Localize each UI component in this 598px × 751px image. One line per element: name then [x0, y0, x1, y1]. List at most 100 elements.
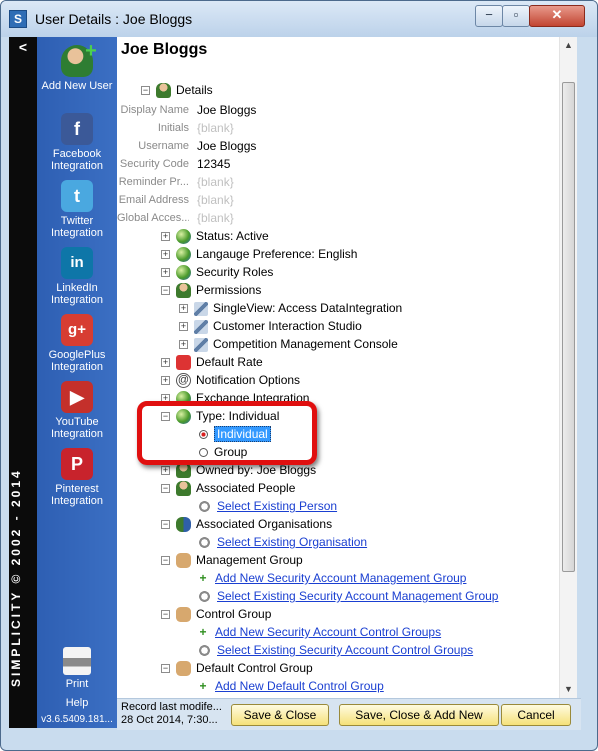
select-existing-person-link[interactable]: Select Existing Person: [197, 497, 337, 515]
tree-node-management-group[interactable]: − Management Group: [161, 551, 303, 569]
field-value[interactable]: {blank}: [197, 209, 234, 227]
link-label[interactable]: Select Existing Security Account Managem…: [217, 589, 498, 603]
minimize-button[interactable]: −: [475, 5, 503, 27]
vertical-scrollbar[interactable]: ▲ ▼: [559, 37, 577, 698]
field-display-name: Display Name Joe Bloggs: [117, 101, 417, 119]
tree-node-label: Default Rate: [196, 355, 263, 369]
sidebar-item-add-new-user[interactable]: + Add New User: [37, 40, 117, 92]
sidebar-item-facebook[interactable]: f Facebook Integration: [37, 113, 117, 172]
sidebar-item-youtube[interactable]: ▶ YouTube Integration: [37, 381, 117, 440]
tree-node-permissions[interactable]: − Permissions: [161, 281, 261, 299]
expand-icon[interactable]: +: [161, 232, 170, 242]
close-button[interactable]: ✕: [529, 5, 585, 27]
tree-node-status[interactable]: + Status: Active: [161, 227, 269, 245]
collapse-icon[interactable]: −: [161, 610, 170, 620]
link-label[interactable]: Add New Security Account Management Grou…: [215, 571, 466, 585]
tree-node-notification-options[interactable]: + @ Notification Options: [161, 371, 300, 389]
link-icon: [197, 643, 212, 659]
select-control-groups-link[interactable]: Select Existing Security Account Control…: [197, 641, 473, 659]
tree-node-details[interactable]: − Details: [141, 81, 213, 99]
field-label: Reminder Pr...: [118, 176, 189, 188]
tree-node-associated-organisations[interactable]: − Associated Organisations: [161, 515, 332, 533]
record-line-1: Record last modife...: [121, 701, 221, 713]
field-value[interactable]: {blank}: [197, 173, 234, 191]
pencil-icon: [194, 301, 208, 316]
expand-icon[interactable]: +: [161, 358, 170, 368]
collapse-icon[interactable]: −: [161, 286, 170, 296]
field-label: Global Acces...: [117, 212, 189, 224]
expand-icon[interactable]: +: [179, 340, 188, 350]
field-label: Username: [138, 140, 189, 152]
highlight-annotation: [137, 401, 317, 465]
tree-node-permission-cmc[interactable]: + Competition Management Console: [179, 335, 398, 353]
add-mgmt-group-link[interactable]: + Add New Security Account Management Gro…: [197, 569, 466, 587]
tree-node-label: Management Group: [196, 553, 303, 567]
save-close-button[interactable]: Save & Close: [231, 704, 329, 726]
collapse-icon[interactable]: −: [141, 86, 150, 96]
tree-node-associated-people[interactable]: − Associated People: [161, 479, 295, 497]
link-label[interactable]: Add New Security Account Control Groups: [215, 625, 441, 639]
googleplus-icon: g+: [61, 314, 93, 346]
field-value[interactable]: Joe Bloggs: [197, 101, 256, 119]
tree-node-default-control-group[interactable]: − Default Control Group: [161, 659, 313, 677]
sidebar-item-googleplus[interactable]: g+ GooglePlus Integration: [37, 314, 117, 373]
collapse-icon[interactable]: −: [161, 556, 170, 566]
tree-node-label: Customer Interaction Studio: [213, 319, 362, 333]
expand-icon[interactable]: +: [161, 466, 170, 476]
add-default-control-group-link[interactable]: + Add New Default Control Group: [197, 677, 384, 695]
tree-node-permission-cis[interactable]: + Customer Interaction Studio: [179, 317, 362, 335]
maximize-button[interactable]: ▫: [502, 5, 530, 27]
sidebar-item-print[interactable]: Print: [37, 647, 117, 690]
sidebar-item-label: LinkedIn Integration: [51, 282, 103, 306]
scroll-down-icon[interactable]: ▼: [560, 681, 577, 698]
scroll-up-icon[interactable]: ▲: [560, 37, 577, 54]
cancel-button[interactable]: Cancel: [501, 704, 571, 726]
sidebar-item-twitter[interactable]: t Twitter Integration: [37, 180, 117, 239]
collapse-icon[interactable]: −: [161, 520, 170, 530]
field-value[interactable]: {blank}: [197, 191, 234, 209]
expand-icon[interactable]: +: [161, 250, 170, 260]
handshake-icon: [176, 607, 191, 623]
link-label[interactable]: Add New Default Control Group: [215, 679, 384, 693]
field-value[interactable]: Joe Bloggs: [197, 137, 256, 155]
sidebar-item-label: Twitter Integration: [51, 215, 103, 239]
brand-strip: < SIMPLICITY © 2002 - 2014: [9, 37, 37, 728]
link-label[interactable]: Select Existing Security Account Control…: [217, 643, 473, 657]
tree-node-label: Permissions: [196, 283, 262, 297]
sidebar-item-label: Print: [65, 678, 89, 690]
link-label[interactable]: Select Existing Organisation: [217, 535, 367, 549]
save-close-add-new-button[interactable]: Save, Close & Add New: [339, 704, 499, 726]
collapse-arrow-icon[interactable]: <: [9, 39, 37, 55]
tree-node-label: Associated People: [196, 481, 296, 495]
sidebar-item-pinterest[interactable]: P Pinterest Integration: [37, 448, 117, 507]
facebook-icon: f: [61, 113, 93, 145]
link-icon: [197, 499, 212, 515]
tree-node-label: SingleView: Access DataIntegration: [213, 301, 403, 315]
field-value[interactable]: {blank}: [197, 119, 234, 137]
user-details-window: S User Details : Joe Bloggs − ▫ ✕ < SIMP…: [0, 0, 598, 751]
expand-icon[interactable]: +: [161, 376, 170, 386]
collapse-icon[interactable]: −: [161, 484, 170, 494]
scroll-thumb[interactable]: [562, 82, 575, 572]
select-existing-organisation-link[interactable]: Select Existing Organisation: [197, 533, 367, 551]
collapse-icon[interactable]: −: [161, 664, 170, 674]
expand-icon[interactable]: +: [179, 304, 188, 314]
tree-node-language[interactable]: + Langauge Preference: English: [161, 245, 357, 263]
add-control-groups-link[interactable]: + Add New Security Account Control Groups: [197, 623, 441, 641]
plus-icon: +: [199, 625, 207, 639]
field-reminder: Reminder Pr... {blank}: [117, 173, 417, 191]
expand-icon[interactable]: +: [161, 268, 170, 278]
sidebar-item-help[interactable]: Help: [37, 697, 117, 709]
page-title: Joe Bloggs: [121, 41, 208, 58]
tree-node-default-rate[interactable]: + Default Rate: [161, 353, 263, 371]
field-value[interactable]: 12345: [197, 155, 230, 173]
sidebar: + Add New User f Facebook Integration t …: [37, 37, 117, 728]
link-label[interactable]: Select Existing Person: [217, 499, 337, 513]
sidebar-item-linkedin[interactable]: in LinkedIn Integration: [37, 247, 117, 306]
expand-icon[interactable]: +: [179, 322, 188, 332]
tree-node-control-group[interactable]: − Control Group: [161, 605, 271, 623]
field-initials: Initials {blank}: [117, 119, 417, 137]
tree-node-security-roles[interactable]: + Security Roles: [161, 263, 273, 281]
select-mgmt-group-link[interactable]: Select Existing Security Account Managem…: [197, 587, 498, 605]
tree-node-permission-singleview[interactable]: + SingleView: Access DataIntegration: [179, 299, 402, 317]
